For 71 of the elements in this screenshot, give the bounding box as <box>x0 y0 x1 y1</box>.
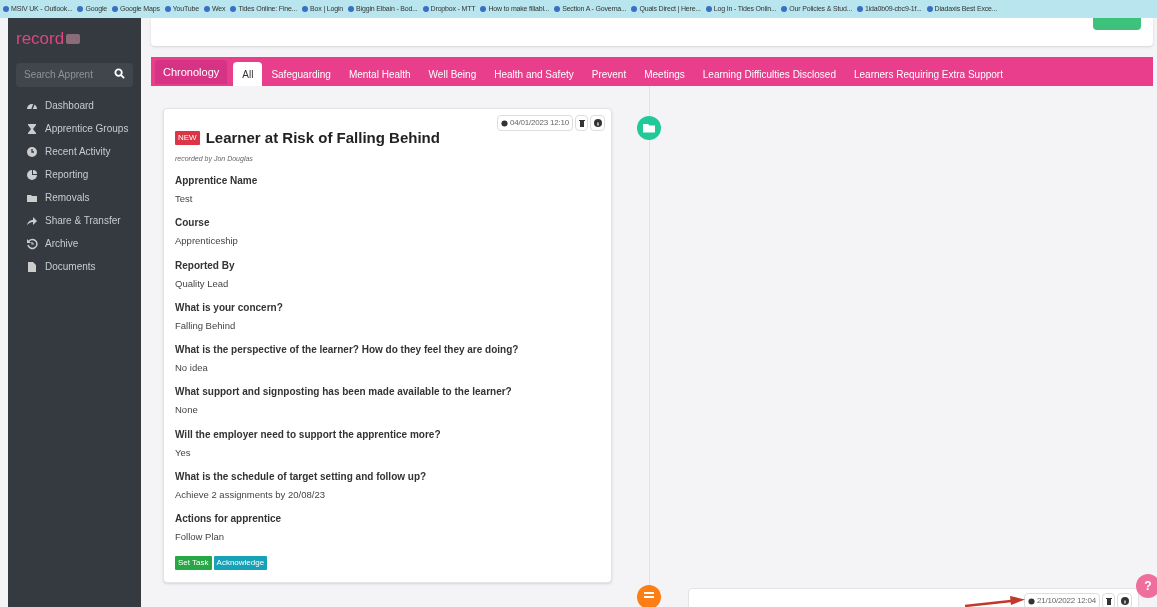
bookmark-icon <box>781 6 788 12</box>
logo-badge <box>66 33 81 44</box>
sidebar-item[interactable]: Documents <box>26 258 133 275</box>
field-value: Yes <box>175 445 192 460</box>
bookmark-icon <box>230 6 237 12</box>
field-label: Reported By <box>175 258 236 273</box>
share-icon <box>26 214 38 227</box>
bookmark-icon <box>422 6 429 12</box>
tab[interactable]: All <box>233 62 263 86</box>
clock-icon <box>26 145 38 158</box>
bookmark-icon <box>926 6 933 12</box>
delete-button[interactable] <box>575 115 588 131</box>
field-value: Follow Plan <box>175 530 226 544</box>
info-icon <box>1120 597 1129 605</box>
bookmark-icon <box>631 6 638 12</box>
logo: record <box>16 30 65 47</box>
field-value: Falling Behind <box>175 318 237 333</box>
field-value: Apprenticeship <box>175 234 239 249</box>
bookmark-icon <box>3 6 9 12</box>
field-label: Course <box>175 216 211 231</box>
sidebar-item[interactable]: Reporting <box>26 166 133 183</box>
field-label: What support and signposting has been made available to the learner? <box>175 385 513 400</box>
search-field[interactable]: Search Apprent <box>16 62 133 87</box>
field-label: Actions for apprentice <box>175 512 283 526</box>
folder-marker-icon <box>637 116 661 140</box>
timestamp: 21/10/2022 12:04 <box>1023 593 1100 607</box>
clock-icon <box>500 119 508 127</box>
hourglass-icon <box>26 122 38 135</box>
field-label: Will the employer need to support the apprentice more? <box>175 427 442 442</box>
delete-button[interactable] <box>1102 593 1115 607</box>
bookmark-icon <box>705 6 712 12</box>
sidebar-item[interactable]: Removals <box>26 189 133 206</box>
clock-icon <box>1027 597 1035 605</box>
section-heading: Chronology <box>155 60 228 84</box>
list-marker-icon <box>637 585 661 607</box>
sidebar-item[interactable]: Share & Transfer <box>26 212 133 229</box>
bookmark-icon <box>164 6 171 12</box>
search-icon <box>114 68 125 79</box>
field-label: Apprentice Name <box>175 174 259 188</box>
field-value: None <box>175 403 199 418</box>
field-value: Quality Lead <box>175 276 230 291</box>
file-icon <box>26 260 38 273</box>
timestamp: 04/01/2023 12:10 <box>496 115 573 131</box>
bookmark-icon <box>554 6 561 12</box>
field-value: Achieve 2 assignments by 20/08/23 <box>175 487 326 502</box>
annotation-arrow <box>965 596 1025 607</box>
bookmark-icon <box>302 6 309 12</box>
new-badge: NEW <box>175 131 200 146</box>
history-icon <box>26 237 38 250</box>
field-label: What is the schedule of target setting and follow up? <box>175 469 428 484</box>
bookmark-icon <box>480 6 487 12</box>
field-label: What is the perspective of the learner? How do they feel they are doing? <box>175 343 520 357</box>
trash-icon <box>1105 597 1112 605</box>
bookmark-icon <box>348 6 355 12</box>
sidebar-item[interactable]: Recent Activity <box>26 143 133 160</box>
bookmark-icon <box>112 6 118 12</box>
sidebar-item[interactable]: Apprentice Groups <box>26 120 133 137</box>
field-label: What is your concern? <box>175 300 284 315</box>
pie-icon <box>26 168 38 181</box>
sidebar-item[interactable]: Archive <box>26 235 133 252</box>
info-icon <box>593 119 602 127</box>
bookmark-icon <box>857 6 863 12</box>
sidebar-item[interactable]: Dashboard <box>26 97 133 114</box>
bookmark-icon <box>204 6 210 12</box>
field-value: Test <box>175 192 194 206</box>
trash-icon <box>578 119 585 127</box>
bookmark-icon <box>77 6 84 12</box>
field-value: No idea <box>175 361 209 375</box>
info-button[interactable] <box>1117 593 1132 607</box>
entry-title: Learner at Risk of Falling Behind <box>205 128 440 148</box>
info-button[interactable] <box>590 115 605 131</box>
